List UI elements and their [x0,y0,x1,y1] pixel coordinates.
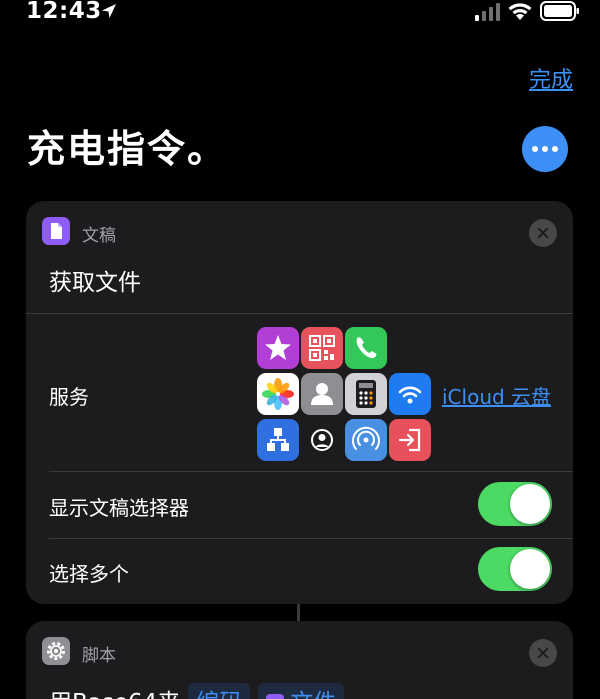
action-summary: 用Base64来编码 文件 [49,683,345,699]
remove-action-button[interactable] [529,219,557,247]
battery-icon [540,1,579,21]
select-multiple-label: 选择多个 [49,562,129,586]
cellular-signal-icon [475,3,500,21]
more-dot [542,146,548,152]
action-category: 文稿 [82,226,116,246]
show-picker-label: 显示文稿选择器 [49,496,189,520]
input-variable[interactable]: 文件 [258,683,345,699]
status-time: 12:43 [26,0,102,24]
more-dot [552,146,558,152]
action-category: 脚本 [82,646,116,666]
divider [26,313,573,314]
phone-icon [345,327,387,369]
page-title: 充电指令。 [27,127,228,171]
summary-prefix: 用Base64来 [49,690,180,699]
action-title: 获取文件 [49,270,141,296]
wifi-icon [389,373,431,415]
toggle-knob [510,484,550,524]
photos-icon [257,373,299,415]
show-picker-toggle[interactable] [478,482,552,526]
action-connector [297,604,300,621]
calculator-icon [345,373,387,415]
face-id-icon [301,419,343,461]
wifi-status-icon [508,3,532,20]
get-file-action-card[interactable]: 文稿 获取文件 服务 iCloud 云盘 显示文稿选择器 选择多个 [26,201,573,604]
input-variable-label: 文件 [290,690,336,699]
service-app-icons[interactable] [257,327,437,461]
network-icon [257,419,299,461]
status-bar: 12:43 [0,0,600,28]
gear-icon [42,637,70,665]
document-icon [42,217,70,245]
select-multiple-toggle[interactable] [478,547,552,591]
done-button[interactable]: 完成 [529,62,573,94]
base64-action-card[interactable]: 脚本 用Base64来编码 文件 [26,621,573,699]
sign-in-icon [389,419,431,461]
more-dot [532,146,538,152]
airdrop-icon [345,419,387,461]
remove-action-button[interactable] [529,639,557,667]
mode-variable[interactable]: 编码 [188,683,251,699]
divider [49,538,573,539]
star-app-icon [257,327,299,369]
toggle-knob [510,549,550,589]
more-options-button[interactable] [522,126,568,172]
qr-code-icon [301,327,343,369]
document-icon [266,694,285,699]
service-value-link[interactable]: iCloud 云盘 [442,381,551,410]
location-arrow-icon [102,4,116,18]
contacts-icon [301,373,343,415]
service-label: 服务 [49,385,89,409]
divider [49,471,573,472]
